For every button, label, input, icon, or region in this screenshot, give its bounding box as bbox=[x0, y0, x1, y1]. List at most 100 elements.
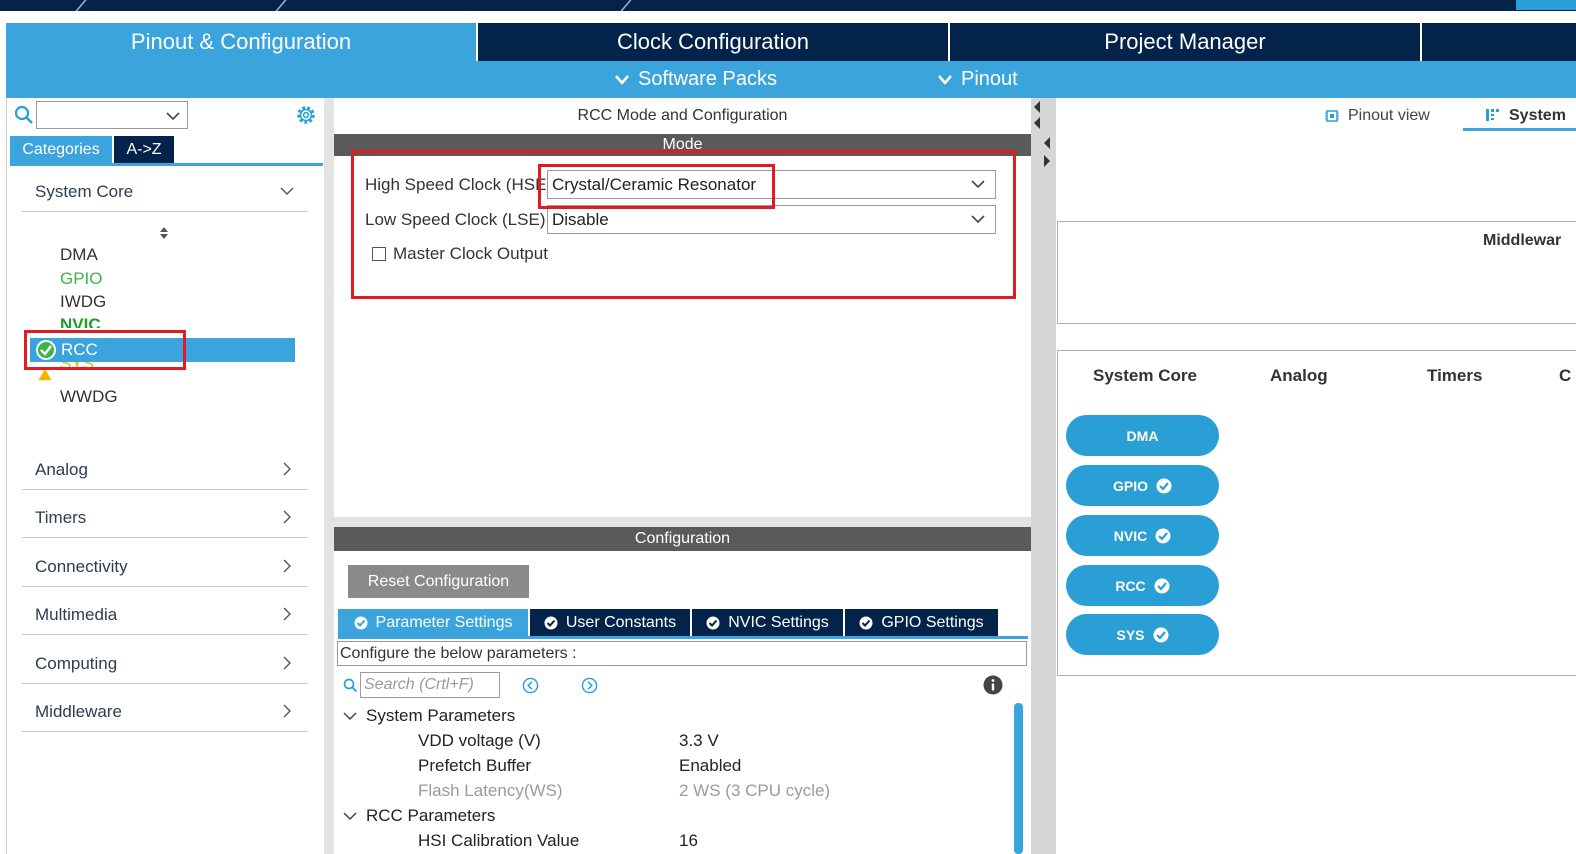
system-core-item-wwdg[interactable]: WWDG bbox=[60, 386, 118, 408]
collapse-left-icon[interactable] bbox=[1033, 100, 1041, 132]
group-system-parameters[interactable]: System Parameters bbox=[343, 706, 515, 726]
chevron-down-icon bbox=[615, 74, 629, 85]
search-combo[interactable] bbox=[36, 101, 188, 129]
pinout-view-tab[interactable]: Pinout view bbox=[1324, 107, 1430, 125]
highlight-box-hse bbox=[538, 164, 775, 209]
chevron-right-icon bbox=[283, 704, 291, 718]
reset-configuration-button[interactable]: Reset Configuration bbox=[348, 565, 529, 598]
check-circle-icon bbox=[1156, 478, 1172, 493]
chevron-down-icon bbox=[343, 712, 357, 721]
software-packs-menu[interactable]: Software Packs bbox=[614, 61, 777, 98]
gpio-button[interactable]: GPIO bbox=[1066, 465, 1219, 506]
chevron-down-icon bbox=[280, 187, 294, 195]
tab-label: Parameter Settings bbox=[375, 613, 513, 631]
chevron-down-icon bbox=[938, 74, 952, 85]
check-circle-icon bbox=[1154, 578, 1170, 593]
tab-label: NVIC Settings bbox=[728, 613, 829, 631]
check-circle-icon bbox=[1153, 627, 1168, 642]
param-value[interactable]: 3.3 V bbox=[679, 731, 719, 751]
pinout-label: Pinout bbox=[961, 68, 1018, 90]
gear-icon[interactable] bbox=[295, 104, 317, 126]
param-name: Flash Latency(WS) bbox=[418, 781, 563, 800]
pinout-menu[interactable]: Pinout bbox=[937, 61, 1018, 98]
sub-menu-bar: Software Packs Pinout bbox=[6, 61, 1576, 98]
system-core-item-dma[interactable]: DMA bbox=[60, 244, 98, 266]
strip-divider bbox=[275, 0, 287, 11]
group-rcc-parameters[interactable]: RCC Parameters bbox=[343, 806, 495, 826]
category-system-core[interactable]: System Core bbox=[22, 172, 308, 212]
category-connectivity[interactable]: Connectivity bbox=[22, 547, 308, 587]
chevron-right-icon bbox=[283, 510, 291, 524]
strip-accent bbox=[1516, 0, 1576, 10]
search-icon[interactable] bbox=[14, 105, 34, 125]
horizontal-splitter[interactable] bbox=[334, 517, 1031, 527]
software-packs-label: Software Packs bbox=[638, 68, 777, 90]
tab-user-constants[interactable]: User Constants bbox=[530, 609, 690, 636]
panel-title: RCC Mode and Configuration bbox=[577, 107, 788, 124]
right-splitter[interactable] bbox=[1031, 98, 1056, 854]
tab-project-manager[interactable]: Project Manager bbox=[950, 23, 1422, 61]
system-view-label: System bbox=[1509, 107, 1566, 124]
category-middleware[interactable]: Middleware bbox=[22, 692, 308, 732]
search-icon bbox=[343, 678, 358, 693]
collapse-right-icon[interactable] bbox=[1043, 136, 1051, 172]
tab-pinout-configuration[interactable]: Pinout & Configuration bbox=[6, 23, 478, 61]
tab-tools[interactable] bbox=[1422, 23, 1576, 61]
tab-label: Pinout & Configuration bbox=[130, 29, 352, 54]
param-value[interactable]: Enabled bbox=[679, 756, 741, 776]
tab-parameter-settings[interactable]: Parameter Settings bbox=[338, 609, 528, 636]
pinout-view-label: Pinout view bbox=[1348, 107, 1430, 124]
system-core-item-gpio[interactable]: GPIO bbox=[60, 268, 103, 290]
chevron-right-icon bbox=[283, 607, 291, 621]
category-computing[interactable]: Computing bbox=[22, 644, 308, 684]
param-name[interactable]: Prefetch Buffer bbox=[418, 756, 531, 776]
column-connectivity: C bbox=[1559, 366, 1572, 385]
configuration-section-header: Configuration bbox=[334, 527, 1031, 551]
next-icon[interactable] bbox=[581, 677, 598, 694]
main-tab-bar: Pinout & Configuration Clock Configurati… bbox=[6, 23, 1576, 61]
pill-label: SYS bbox=[1116, 626, 1145, 643]
tab-clock-configuration[interactable]: Clock Configuration bbox=[478, 23, 950, 61]
param-value[interactable]: 16 bbox=[679, 831, 698, 851]
middleware-label: Middlewar bbox=[1483, 232, 1562, 249]
info-icon[interactable] bbox=[983, 675, 1003, 695]
category-label: System Core bbox=[35, 181, 134, 201]
param-name[interactable]: HSI Calibration Value bbox=[418, 831, 579, 851]
pill-label: RCC bbox=[1115, 577, 1146, 594]
category-label: Connectivity bbox=[35, 556, 128, 576]
sys-button[interactable]: SYS bbox=[1066, 614, 1219, 655]
previous-icon[interactable] bbox=[522, 677, 539, 694]
parameter-search-input[interactable]: Search (Crtl+F) bbox=[360, 672, 500, 698]
category-label: Multimedia bbox=[35, 604, 118, 624]
vertical-scrollbar[interactable] bbox=[1014, 703, 1023, 854]
tab-nvic-settings[interactable]: NVIC Settings bbox=[692, 609, 843, 636]
param-name[interactable]: VDD voltage (V) bbox=[418, 731, 541, 751]
nvic-button[interactable]: NVIC bbox=[1066, 515, 1219, 556]
left-splitter[interactable] bbox=[324, 98, 334, 854]
tab-a-z[interactable]: A->Z bbox=[114, 136, 174, 163]
strip-divider bbox=[75, 0, 87, 11]
category-timers[interactable]: Timers bbox=[22, 498, 308, 538]
highlight-box-rcc bbox=[24, 330, 186, 370]
column-timers: Timers bbox=[1427, 366, 1483, 385]
system-view-tab[interactable]: System bbox=[1463, 98, 1576, 131]
system-core-item-iwdg[interactable]: IWDG bbox=[60, 291, 106, 313]
tab-label: User Constants bbox=[565, 613, 677, 631]
rcc-button[interactable]: RCC bbox=[1066, 565, 1219, 606]
tab-label: Clock Configuration bbox=[617, 29, 809, 54]
category-label: Computing bbox=[35, 653, 118, 673]
check-circle-icon bbox=[1155, 528, 1171, 543]
tab-label: Categories bbox=[22, 140, 100, 158]
tab-categories[interactable]: Categories bbox=[10, 136, 112, 163]
dma-button[interactable]: DMA bbox=[1066, 415, 1219, 456]
system-core-item-nvic[interactable]: NVIC bbox=[60, 314, 101, 328]
category-multimedia[interactable]: Multimedia bbox=[22, 595, 308, 635]
column-analog: Analog bbox=[1270, 366, 1328, 385]
sort-icon[interactable] bbox=[158, 226, 170, 240]
tab-gpio-settings[interactable]: GPIO Settings bbox=[845, 609, 998, 636]
check-circle-icon bbox=[354, 616, 368, 629]
chevron-right-icon bbox=[283, 559, 291, 573]
tab-label: Project Manager bbox=[1104, 29, 1266, 54]
category-analog[interactable]: Analog bbox=[22, 450, 308, 490]
check-circle-icon bbox=[706, 616, 720, 629]
